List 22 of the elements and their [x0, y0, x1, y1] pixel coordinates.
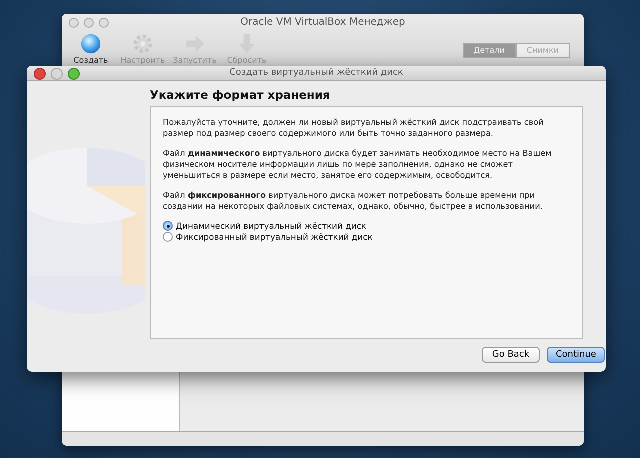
radio-option[interactable]: Фиксированный виртуальный жёсткий диск: [163, 232, 570, 242]
minimize-button[interactable]: [51, 68, 63, 80]
dialog-title: Создать виртуальный жёсткий диск: [230, 67, 404, 80]
radio-button[interactable]: [163, 221, 173, 231]
zoom-button[interactable]: [68, 68, 80, 80]
page-heading: Укажите формат хранения: [150, 87, 332, 104]
radio-option[interactable]: Динамический виртуальный жёсткий диск: [163, 221, 570, 231]
sphere-icon: [79, 32, 103, 56]
minimize-button[interactable]: [84, 18, 94, 28]
radio-button[interactable]: [163, 232, 173, 242]
back-button[interactable]: Go Back: [482, 347, 540, 363]
radio-label: Фиксированный виртуальный жёсткий диск: [176, 232, 373, 242]
radio-label: Динамический виртуальный жёсткий диск: [176, 221, 366, 231]
description-text: Файл динамического виртуального диска будет занимать необходимое место на Вашем физическом носителе информации лишь по мере заполнения, однако не сможет уменьшиться в размере если место, занятое его содержимым, освободится.: [163, 148, 553, 181]
toolbar-button[interactable]: Создать: [68, 32, 114, 66]
continue-button[interactable]: Continue: [547, 347, 605, 363]
close-button[interactable]: [34, 68, 46, 80]
description-text: Файл фиксированного виртуального диска может потребовать больше времени при создании на некоторых файловых системах, однако, обычно, быстрее в использовании.: [163, 190, 544, 212]
description-text: Пожалуйста уточните, должен ли новый виртуальный жёсткий диск подстраивать свой размер под размер своего содержимого или быть точно заданного размера.: [163, 117, 545, 139]
gear-icon: [131, 32, 155, 56]
window-title: Oracle VM VirtualBox Менеджер: [240, 16, 406, 28]
zoom-button[interactable]: [99, 18, 109, 28]
